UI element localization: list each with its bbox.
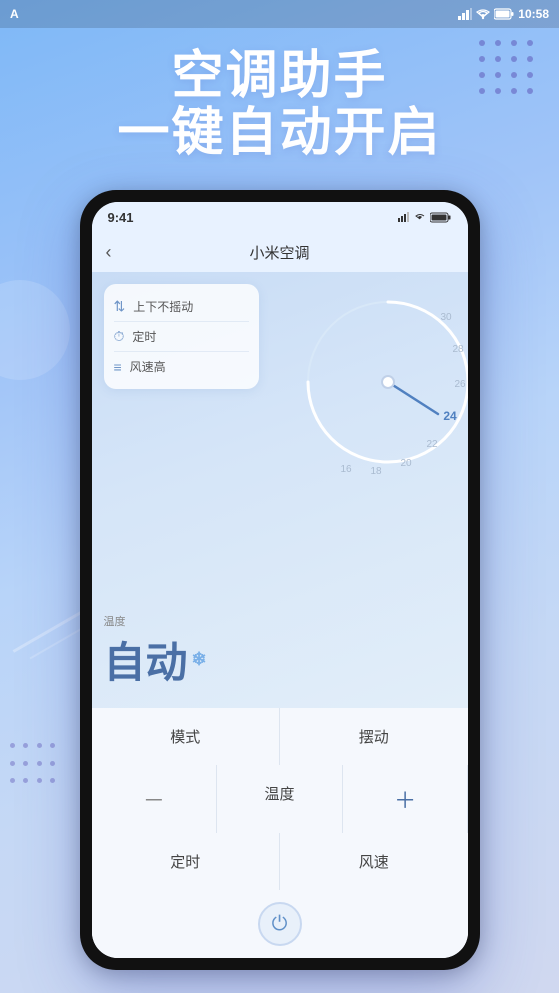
svg-text:16: 16 xyxy=(340,464,352,475)
phone-app-header: ‹ 小米空调 xyxy=(92,232,468,272)
status-bar: A 10:58 xyxy=(0,0,559,28)
fan-icon: ≡ xyxy=(114,359,122,375)
svg-text:24: 24 xyxy=(443,409,457,423)
svg-text:20: 20 xyxy=(400,458,412,469)
app-title: 小米空调 xyxy=(249,242,309,263)
fan-speed-button[interactable]: 风速 xyxy=(280,833,468,890)
hero-text: 空调助手 一键自动开启 xyxy=(0,38,559,172)
bg-circle-left xyxy=(0,280,70,380)
power-button[interactable]: ⏻ xyxy=(258,902,302,946)
swing-icon: ⇅ xyxy=(114,298,126,315)
timer-label: 定时 xyxy=(132,328,156,345)
power-row: ⏻ xyxy=(92,890,468,958)
phone-wifi-icon xyxy=(414,212,426,222)
signal-icon xyxy=(458,8,472,20)
swing-button[interactable]: 摆动 xyxy=(280,708,468,765)
svg-text:26: 26 xyxy=(454,379,466,390)
phone-battery-icon xyxy=(430,212,452,223)
temp-label-center: 温度 xyxy=(217,765,342,833)
control-grid-row3: 定时 风速 xyxy=(92,833,468,890)
temperature-dial: 30 28 26 24 22 20 18 16 xyxy=(288,282,468,482)
control-timer[interactable]: ⏱ 定时 xyxy=(114,322,249,352)
app-label: A xyxy=(10,7,19,21)
power-icon: ⏻ xyxy=(272,913,288,936)
mode-button[interactable]: 模式 xyxy=(92,708,280,765)
temp-plus-button[interactable]: ＋ xyxy=(343,765,468,833)
fan-label: 风速高 xyxy=(130,358,166,375)
ac-top-area: ⇅ 上下不摇动 ⏱ 定时 ≡ 风速高 xyxy=(92,272,468,708)
control-grid-row1: 模式 摆动 xyxy=(92,708,468,765)
hero-title-line2: 一键自动开启 xyxy=(20,105,539,162)
temp-control-row: － 温度 ＋ xyxy=(92,765,468,833)
control-fan[interactable]: ≡ 风速高 xyxy=(114,352,249,381)
temp-minus-button[interactable]: － xyxy=(92,765,217,833)
phone-frame: 9:41 xyxy=(80,190,480,970)
snowflake-icon: ❄ xyxy=(192,649,207,670)
bg-dots-bottom xyxy=(10,743,60,793)
status-time: 10:58 xyxy=(518,7,549,21)
svg-text:18: 18 xyxy=(370,466,382,477)
temp-value: 自动 ❄ xyxy=(104,629,207,690)
status-right: 10:58 xyxy=(458,7,549,21)
temp-label: 温度 xyxy=(104,613,207,629)
battery-icon xyxy=(494,8,514,20)
dial-container: 30 28 26 24 22 20 18 16 xyxy=(288,282,468,482)
temp-text: 自动 xyxy=(104,629,188,690)
svg-text:30: 30 xyxy=(440,312,452,323)
svg-text:22: 22 xyxy=(426,439,438,450)
ac-bottom-panel: 模式 摆动 － 温度 ＋ 定时 风速 ⏻ xyxy=(92,708,468,958)
phone-status-icons xyxy=(398,212,452,223)
phone-signal-icon xyxy=(398,212,410,222)
control-swing[interactable]: ⇅ 上下不摇动 xyxy=(114,292,249,322)
wifi-icon xyxy=(476,8,490,20)
temp-display: 温度 自动 ❄ xyxy=(104,613,207,690)
timer-button[interactable]: 定时 xyxy=(92,833,280,890)
control-card: ⇅ 上下不摇动 ⏱ 定时 ≡ 风速高 xyxy=(104,284,259,389)
phone-wrapper: 9:41 xyxy=(80,190,480,970)
phone-status-bar: 9:41 xyxy=(92,202,468,232)
phone-screen: 9:41 xyxy=(92,202,468,958)
hero-title-line1: 空调助手 xyxy=(20,48,539,105)
phone-time: 9:41 xyxy=(108,210,134,225)
timer-icon: ⏱ xyxy=(114,328,125,345)
svg-text:28: 28 xyxy=(452,344,464,355)
back-button[interactable]: ‹ xyxy=(106,242,112,263)
swing-label: 上下不摇动 xyxy=(133,298,193,315)
